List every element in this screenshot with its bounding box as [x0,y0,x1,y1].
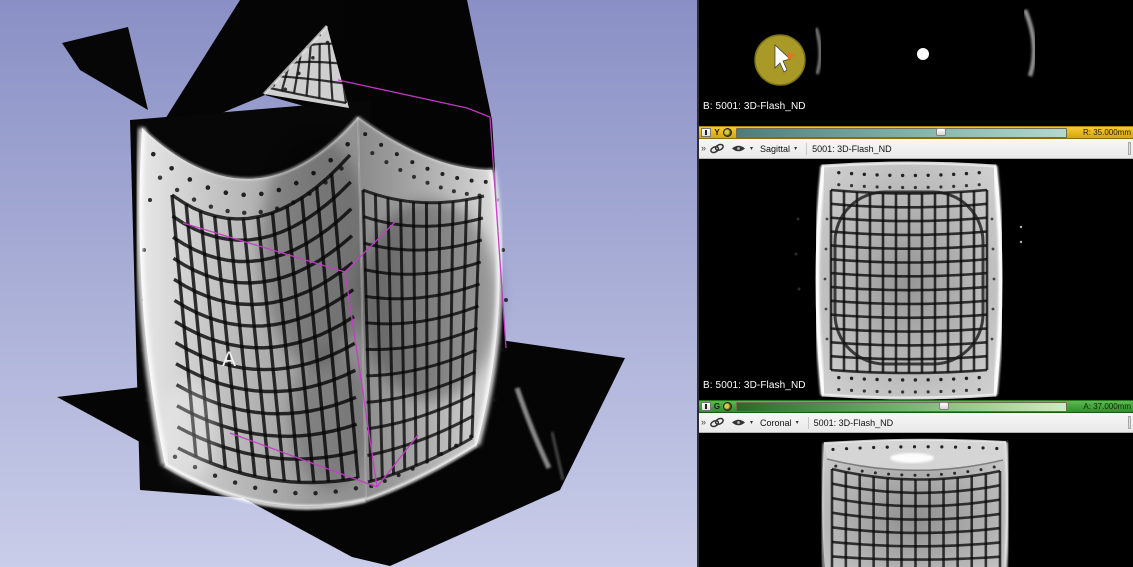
slice-offset-value: R: 35.000mm [1071,128,1131,137]
slice-visibility-icon[interactable] [723,128,732,137]
panel-edge-nub[interactable] [1128,142,1131,155]
3d-viewport[interactable]: A [0,0,697,567]
toolbar-menu-chevrons[interactable]: » [701,144,705,153]
slice-image-coronal [699,433,1133,567]
sagittal-toolbar: » ▾ Sagittal ▾ 5001: 3D-Flash_ [699,139,1133,159]
yellow-slice-bar: Y R: 35.000mm [699,126,1133,139]
volume-name: 5001: 3D-Flash_ND [814,418,894,428]
toolbar-separator [806,143,807,155]
orientation-dropdown[interactable]: Sagittal ▾ [756,141,801,157]
link-views-button[interactable] [708,141,726,157]
visibility-button[interactable] [729,415,747,431]
chevron-down-icon: ▾ [794,145,797,152]
slice-panel-column: B: 5001: 3D-Flash_ND Y R: 35.000mm » [697,0,1133,567]
slice-view-sagittal[interactable]: B: 5001: 3D-Flash_ND [699,159,1133,400]
3d-scene: A [0,0,697,567]
slice-view-top[interactable]: B: 5001: 3D-Flash_ND [699,0,1133,126]
visibility-dropdown-arrow[interactable]: ▾ [750,145,753,152]
chevron-down-icon: ▾ [796,419,799,426]
eye-icon [731,144,746,153]
link-icon [709,417,725,428]
orientation-dropdown[interactable]: Coronal ▾ [756,415,803,431]
toolbar-menu-chevrons[interactable]: » [701,418,705,427]
panel-edge-nub[interactable] [1128,416,1131,429]
slice-visibility-icon[interactable] [723,402,732,411]
visibility-dropdown-arrow[interactable]: ▾ [750,419,753,426]
slice-offset-value: A: 37.000mm [1071,402,1131,411]
slice-label: B: 5001: 3D-Flash_ND [703,101,806,112]
slice-offset-slider[interactable] [736,402,1067,412]
link-views-button[interactable] [708,415,726,431]
fiducial-dot[interactable] [917,48,929,60]
slice-view-coronal[interactable] [699,433,1133,567]
axis-letter: Y [713,128,721,137]
coronal-toolbar: » ▾ Coronal ▾ 5001: 3D-Flash_N [699,413,1133,433]
volume-name: 5001: 3D-Flash_ND [812,144,892,154]
pin-icon [705,404,707,409]
link-icon [709,143,725,154]
orientation-label-a: A [222,348,236,371]
slice-offset-slider[interactable] [736,128,1067,138]
orientation-value: Coronal [760,418,792,428]
pin-icon [705,130,707,135]
toolbar-separator [808,417,809,429]
axis-letter: G [713,402,721,411]
orientation-value: Sagittal [760,144,790,154]
slice-label: B: 5001: 3D-Flash_ND [703,380,806,391]
green-slice-bar: G A: 37.000mm [699,400,1133,413]
pin-button[interactable] [701,128,711,137]
eye-icon [731,418,746,427]
pin-button[interactable] [701,402,711,411]
app-window: A B: 5001: 3D-Flash_ND Y [0,0,1133,567]
visibility-button[interactable] [729,141,747,157]
slice-image-sagittal [699,159,1133,400]
slice-slider-handle[interactable] [939,402,949,410]
slice-slider-handle[interactable] [936,128,946,136]
